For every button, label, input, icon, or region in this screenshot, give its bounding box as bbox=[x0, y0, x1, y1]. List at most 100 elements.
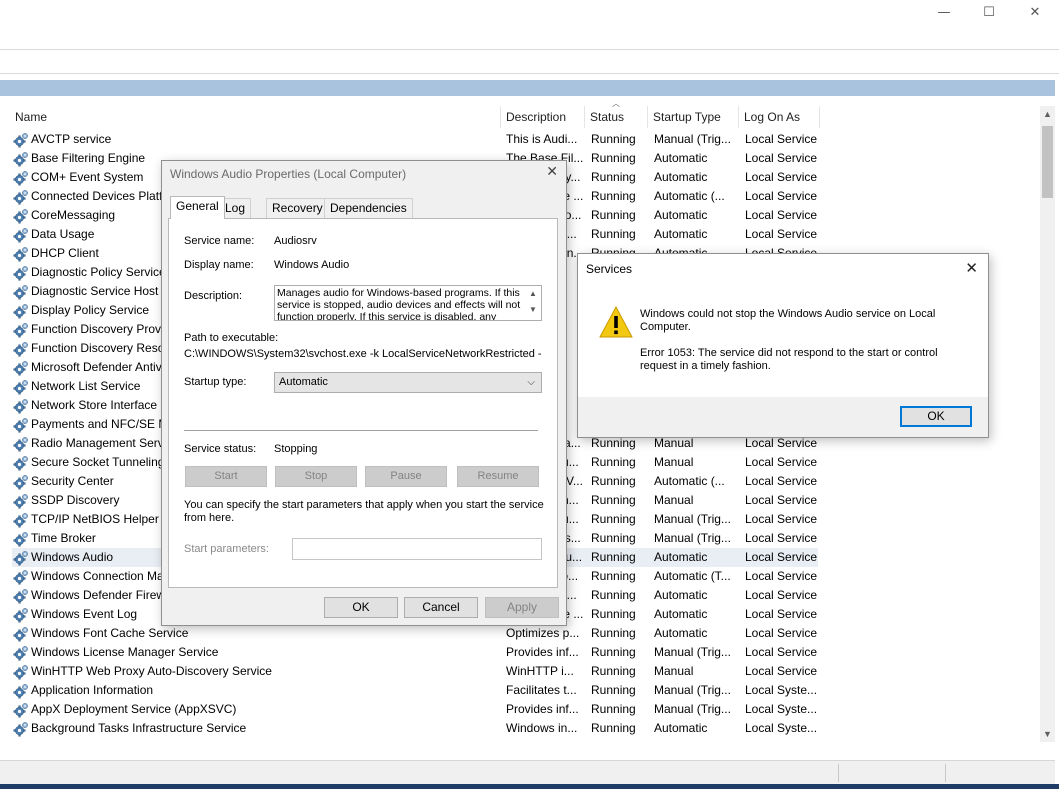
scroll-up-icon[interactable]: ▲ bbox=[1040, 106, 1055, 122]
service-startup-type: Manual (Trig... bbox=[654, 531, 731, 545]
scroll-down-icon[interactable]: ▼ bbox=[1040, 726, 1055, 742]
service-startup-type: Automatic (... bbox=[654, 189, 725, 203]
column-header-startup-type[interactable]: Startup Type bbox=[648, 106, 738, 128]
service-startup-type: Automatic bbox=[654, 626, 708, 640]
service-gear-icon bbox=[13, 493, 29, 509]
service-name: Background Tasks Infrastructure Service bbox=[31, 721, 247, 735]
service-description: Windows in... bbox=[506, 721, 578, 735]
service-startup-type: Manual bbox=[654, 455, 694, 469]
pause-button[interactable]: Pause bbox=[365, 466, 447, 487]
service-row[interactable]: AVCTP service This is Audi... Running Manua… bbox=[0, 130, 1040, 149]
description-box[interactable]: Manages audio for Windows-based programs… bbox=[274, 285, 542, 321]
service-status: Running bbox=[591, 588, 636, 602]
service-startup-type: Automatic bbox=[654, 607, 708, 621]
cancel-button[interactable]: Cancel bbox=[404, 597, 478, 618]
service-gear-icon bbox=[13, 607, 29, 623]
service-log-on-as: Local Service bbox=[745, 474, 818, 488]
start-button[interactable]: Start bbox=[185, 466, 267, 487]
service-gear-icon bbox=[13, 474, 29, 490]
service-gear-icon bbox=[13, 208, 29, 224]
service-gear-icon bbox=[13, 132, 29, 148]
service-status: Running bbox=[591, 455, 636, 469]
service-row[interactable]: Application Information Facilitates t... R… bbox=[0, 681, 1040, 700]
display-name-value: Windows Audio bbox=[274, 259, 350, 271]
column-header-name[interactable]: Name bbox=[10, 106, 500, 128]
service-log-on-as: Local Service bbox=[745, 569, 818, 583]
general-tab-panel: Service name: Audiosrv Display name: Win… bbox=[168, 218, 558, 588]
service-gear-icon bbox=[13, 398, 29, 414]
start-params-note: You can specify the start parameters tha… bbox=[184, 499, 544, 524]
service-status: Running bbox=[591, 493, 636, 507]
service-startup-type: Manual (Trig... bbox=[654, 702, 731, 716]
stop-button[interactable]: Stop bbox=[275, 466, 357, 487]
service-gear-icon bbox=[13, 569, 29, 585]
service-gear-icon bbox=[13, 379, 29, 395]
service-log-on-as: Local Service bbox=[745, 493, 818, 507]
start-params-input[interactable] bbox=[292, 538, 542, 560]
service-startup-type: Automatic (T... bbox=[654, 569, 731, 583]
service-log-on-as: Local Service bbox=[745, 607, 818, 621]
service-startup-type: Automatic bbox=[654, 588, 708, 602]
taskbar-edge bbox=[0, 784, 1059, 789]
service-name: WinHTTP Web Proxy Auto-Discovery Service bbox=[31, 664, 272, 678]
service-status: Running bbox=[591, 683, 636, 697]
chevron-down-icon: ⌵ bbox=[527, 377, 535, 388]
close-icon[interactable]: ✕ bbox=[965, 259, 978, 277]
service-log-on-as: Local Service bbox=[745, 208, 818, 222]
service-status: Running bbox=[591, 189, 636, 203]
service-log-on-as: Local Service bbox=[745, 227, 818, 241]
service-gear-icon bbox=[13, 626, 29, 642]
service-row[interactable]: Windows Font Cache Service Optimizes p...… bbox=[0, 624, 1040, 643]
service-log-on-as: Local Service bbox=[745, 531, 818, 545]
service-row[interactable]: AppX Deployment Service (AppXSVC) Provide… bbox=[0, 700, 1040, 719]
service-gear-icon bbox=[13, 189, 29, 205]
toolbar bbox=[0, 50, 1059, 74]
service-startup-type: Automatic bbox=[654, 170, 708, 184]
startup-type-select[interactable]: Automatic ⌵ bbox=[274, 372, 542, 393]
service-status: Running bbox=[591, 151, 636, 165]
apply-button[interactable]: Apply bbox=[485, 597, 559, 618]
service-description: Optimizes p... bbox=[506, 626, 580, 640]
service-startup-type: Automatic bbox=[654, 721, 708, 735]
service-row[interactable]: Windows License Manager Service Provides … bbox=[0, 643, 1040, 662]
tab-recovery[interactable]: Recovery bbox=[266, 198, 329, 218]
column-header-description[interactable]: Description bbox=[501, 106, 584, 128]
close-button[interactable]: ✕ bbox=[1015, 2, 1055, 22]
resume-button[interactable]: Resume bbox=[457, 466, 539, 487]
service-gear-icon bbox=[13, 436, 29, 452]
service-row[interactable]: Background Tasks Infrastructure Service W… bbox=[0, 719, 1040, 738]
ok-button[interactable]: OK bbox=[324, 597, 398, 618]
error-ok-button[interactable]: OK bbox=[900, 406, 972, 427]
minimize-button[interactable]: — bbox=[924, 2, 964, 22]
service-description: Provides inf... bbox=[506, 702, 579, 716]
error-dialog: Services ✕ Windows could not stop the Wi… bbox=[577, 253, 989, 438]
error-message-line2: Error 1053: The service did not respond … bbox=[640, 347, 938, 372]
service-gear-icon bbox=[13, 360, 29, 376]
service-startup-type: Manual (Trig... bbox=[654, 132, 731, 146]
tab-dependencies[interactable]: Dependencies bbox=[324, 198, 413, 218]
service-gear-icon bbox=[13, 531, 29, 547]
properties-dialog: Windows Audio Properties (Local Computer… bbox=[161, 160, 567, 626]
scroll-thumb[interactable] bbox=[1042, 126, 1053, 198]
tab-general[interactable]: General bbox=[170, 196, 225, 219]
service-log-on-as: Local Service bbox=[745, 626, 818, 640]
vertical-scrollbar[interactable]: ▲ ▼ bbox=[1040, 106, 1055, 742]
maximize-button[interactable]: ☐ bbox=[969, 2, 1009, 22]
service-log-on-as: Local Service bbox=[745, 645, 818, 659]
description-scrollbar[interactable]: ▲ ▼ bbox=[525, 286, 541, 320]
service-gear-icon bbox=[13, 550, 29, 566]
service-gear-icon bbox=[13, 664, 29, 680]
service-gear-icon bbox=[13, 265, 29, 281]
column-header-log-on-as[interactable]: Log On As bbox=[739, 106, 819, 128]
service-status-value: Stopping bbox=[274, 443, 318, 455]
chevron-down-icon[interactable]: ▼ bbox=[525, 302, 541, 318]
service-status: Running bbox=[591, 550, 636, 564]
chevron-up-icon[interactable]: ▲ bbox=[525, 286, 541, 302]
close-icon[interactable]: ✕ bbox=[546, 164, 558, 180]
error-message-line1: Windows could not stop the Windows Audio… bbox=[640, 308, 936, 333]
service-status: Running bbox=[591, 531, 636, 545]
service-startup-type: Manual (Trig... bbox=[654, 683, 731, 697]
divider bbox=[184, 430, 538, 431]
column-header-status[interactable]: Status bbox=[585, 106, 647, 128]
service-row[interactable]: WinHTTP Web Proxy Auto-Discovery Service… bbox=[0, 662, 1040, 681]
